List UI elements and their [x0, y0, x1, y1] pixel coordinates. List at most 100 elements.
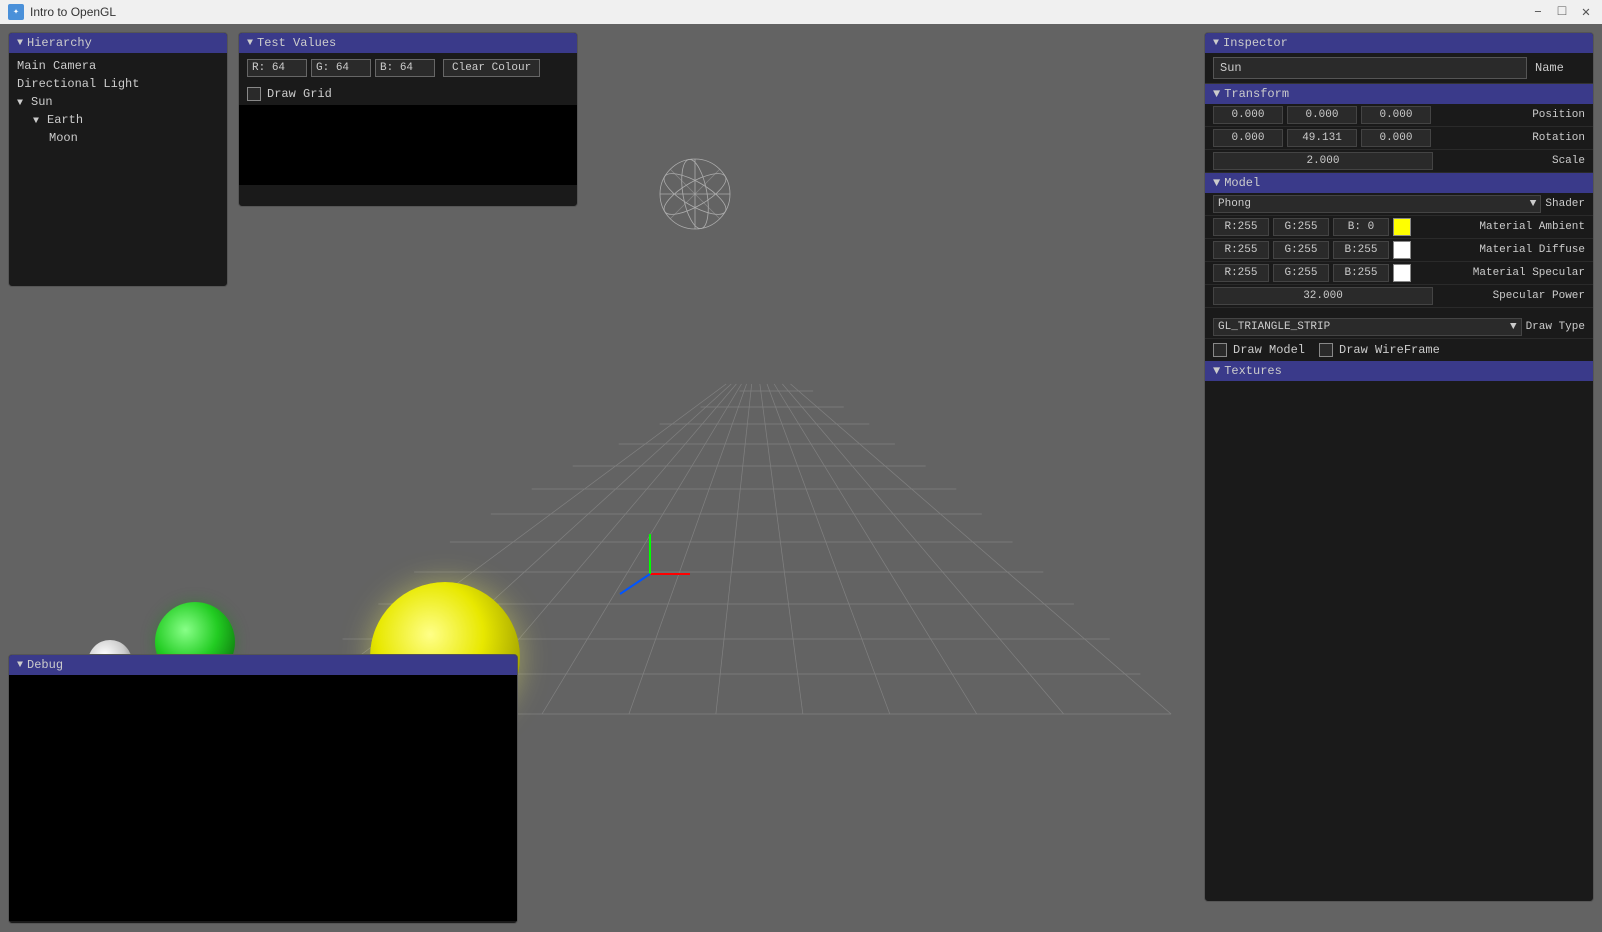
hierarchy-item-earth-label: Earth — [47, 113, 83, 127]
position-x[interactable]: 0.000 — [1213, 106, 1283, 124]
specular-g[interactable]: G:255 — [1273, 264, 1329, 282]
ambient-swatch[interactable] — [1393, 218, 1411, 236]
debug-panel-header: ▼ Debug — [9, 655, 517, 675]
material-ambient-row: R:255 G:255 B: 0 Material Ambient — [1205, 216, 1593, 239]
specular-r[interactable]: R:255 — [1213, 264, 1269, 282]
scale-label: Scale — [1552, 155, 1585, 167]
title-bar-text: Intro to OpenGL — [30, 5, 116, 19]
specular-power-label: Specular Power — [1493, 290, 1585, 302]
diffuse-g[interactable]: G:255 — [1273, 241, 1329, 259]
inspector-arrow: ▼ — [1213, 38, 1219, 49]
shader-value: Phong — [1218, 198, 1251, 210]
draw-type-select[interactable]: GL_TRIANGLE_STRIP ▼ — [1213, 318, 1522, 336]
title-bar-controls: – □ ✕ — [1530, 4, 1594, 20]
textures-section-label: Textures — [1224, 364, 1282, 378]
hierarchy-content: Main Camera Directional Light ▼ Sun ▼ Ea… — [9, 53, 227, 151]
hierarchy-item-sun-label: Sun — [31, 95, 53, 109]
draw-grid-checkbox[interactable] — [247, 87, 261, 101]
position-z[interactable]: 0.000 — [1361, 106, 1431, 124]
diffuse-b[interactable]: B:255 — [1333, 241, 1389, 259]
draw-type-label: Draw Type — [1526, 321, 1585, 333]
draw-grid-label: Draw Grid — [267, 87, 332, 101]
b-input[interactable]: B: 64 — [375, 59, 435, 77]
draw-type-row: GL_TRIANGLE_STRIP ▼ Draw Type — [1205, 316, 1593, 339]
model-section-label: Model — [1224, 176, 1260, 190]
position-label: Position — [1532, 109, 1585, 121]
draw-model-checkbox[interactable] — [1213, 343, 1227, 357]
ambient-r[interactable]: R:255 — [1213, 218, 1269, 236]
test-values-controls: R: 64 G: 64 B: 64 Clear Colour — [239, 53, 577, 83]
debug-panel: ▼ Debug — [8, 654, 518, 924]
debug-title: Debug — [27, 658, 63, 672]
scale-value[interactable]: 2.000 — [1213, 152, 1433, 170]
hierarchy-item-directional-light[interactable]: Directional Light — [17, 75, 219, 93]
hierarchy-panel: ▼ Hierarchy Main Camera Directional Ligh… — [8, 32, 228, 287]
ambient-label: Material Ambient — [1479, 221, 1585, 233]
test-values-header: ▼ Test Values — [239, 33, 577, 53]
draw-options-row: Draw Model Draw WireFrame — [1205, 339, 1593, 361]
specular-label: Material Specular — [1473, 267, 1585, 279]
axis-gizmo — [610, 534, 690, 614]
ambient-b[interactable]: B: 0 — [1333, 218, 1389, 236]
draw-model-label: Draw Model — [1233, 343, 1305, 357]
hierarchy-item-moon[interactable]: Moon — [17, 129, 219, 147]
close-button[interactable]: ✕ — [1578, 4, 1594, 20]
clear-colour-button[interactable]: Clear Colour — [443, 59, 540, 77]
hierarchy-item-main-camera-label: Main Camera — [17, 59, 96, 73]
shader-label: Shader — [1545, 198, 1585, 210]
shader-select[interactable]: Phong ▼ — [1213, 195, 1541, 213]
test-values-panel: ▼ Test Values R: 64 G: 64 B: 64 Clear Co… — [238, 32, 578, 207]
inspector-panel: ▼ Inspector Name ▼ Transform 0.000 0.000… — [1204, 32, 1594, 902]
draw-grid-row: Draw Grid — [239, 83, 577, 105]
inspector-name-label: Name — [1535, 61, 1585, 75]
draw-type-value: GL_TRIANGLE_STRIP — [1218, 321, 1330, 333]
rotation-row: 0.000 49.131 0.000 Rotation — [1205, 127, 1593, 150]
r-input[interactable]: R: 64 — [247, 59, 307, 77]
minimize-button[interactable]: – — [1530, 4, 1546, 20]
rotation-z[interactable]: 0.000 — [1361, 129, 1431, 147]
test-values-arrow: ▼ — [247, 38, 253, 49]
transform-section-header: ▼ Transform — [1205, 84, 1593, 104]
inspector-title: Inspector — [1223, 36, 1288, 50]
rotation-x[interactable]: 0.000 — [1213, 129, 1283, 147]
specular-swatch[interactable] — [1393, 264, 1411, 282]
position-row: 0.000 0.000 0.000 Position — [1205, 104, 1593, 127]
g-input[interactable]: G: 64 — [311, 59, 371, 77]
debug-arrow: ▼ — [17, 660, 23, 671]
inspector-name-row: Name — [1205, 53, 1593, 84]
specular-power-row: 32.000 Specular Power — [1205, 285, 1593, 308]
draw-wireframe-checkbox[interactable] — [1319, 343, 1333, 357]
hierarchy-item-moon-label: Moon — [49, 131, 78, 145]
diffuse-label: Material Diffuse — [1479, 244, 1585, 256]
specular-power-value[interactable]: 32.000 — [1213, 287, 1433, 305]
textures-section-header: ▼ Textures — [1205, 361, 1593, 381]
rotation-y[interactable]: 49.131 — [1287, 129, 1357, 147]
spacer — [1205, 308, 1593, 316]
title-bar: ✦ Intro to OpenGL – □ ✕ — [0, 0, 1602, 24]
inspector-panel-header: ▼ Inspector — [1205, 33, 1593, 53]
sun-expand-arrow: ▼ — [17, 98, 29, 109]
diffuse-r[interactable]: R:255 — [1213, 241, 1269, 259]
hierarchy-item-main-camera[interactable]: Main Camera — [17, 57, 219, 75]
scale-row: 2.000 Scale — [1205, 150, 1593, 173]
draw-type-arrow: ▼ — [1510, 321, 1517, 333]
rotation-label: Rotation — [1532, 132, 1585, 144]
ambient-g[interactable]: G:255 — [1273, 218, 1329, 236]
material-specular-row: R:255 G:255 B:255 Material Specular — [1205, 262, 1593, 285]
hierarchy-arrow: ▼ — [17, 38, 23, 49]
model-section-header: ▼ Model — [1205, 173, 1593, 193]
earth-expand-arrow: ▼ — [33, 116, 45, 127]
inspector-name-input[interactable] — [1213, 57, 1527, 79]
position-y[interactable]: 0.000 — [1287, 106, 1357, 124]
specular-b[interactable]: B:255 — [1333, 264, 1389, 282]
diffuse-swatch[interactable] — [1393, 241, 1411, 259]
hierarchy-item-earth[interactable]: ▼ Earth — [17, 111, 219, 129]
maximize-button[interactable]: □ — [1554, 4, 1570, 20]
draw-wireframe-label: Draw WireFrame — [1339, 343, 1440, 357]
transform-section-label: Transform — [1224, 87, 1289, 101]
hierarchy-item-sun[interactable]: ▼ Sun — [17, 93, 219, 111]
test-values-title: Test Values — [257, 36, 336, 50]
textures-content — [1205, 381, 1593, 841]
hierarchy-title: Hierarchy — [27, 36, 92, 50]
test-values-preview — [239, 105, 577, 185]
